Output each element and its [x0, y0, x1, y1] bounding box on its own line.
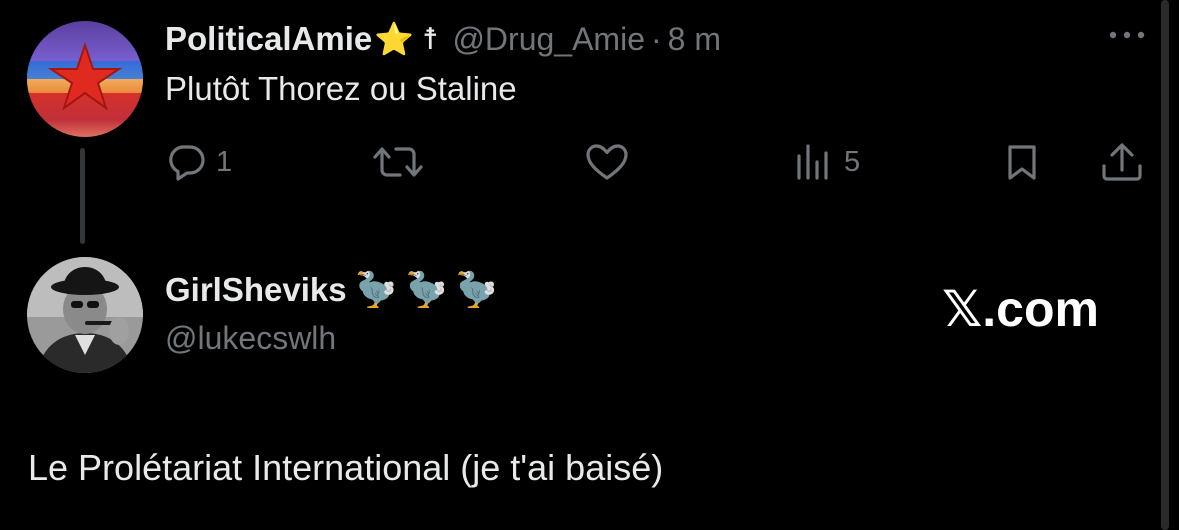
more-options-icon[interactable]: [1107, 20, 1147, 50]
avatar-girlsheviks[interactable]: [27, 257, 143, 373]
x-com-watermark: 𝕏.com: [942, 281, 1099, 337]
tweet2-display-name[interactable]: GirlSheviks: [165, 271, 347, 309]
separator-dot: ·: [650, 20, 662, 57]
tweet2-name-row: GirlSheviks 🦤 🦤 🦤: [165, 266, 498, 314]
tweet1-display-name[interactable]: PoliticalAmie: [165, 20, 372, 58]
tweet1-timestamp[interactable]: 8 m: [668, 21, 721, 58]
views-button[interactable]: 5: [794, 140, 860, 184]
reply-button[interactable]: 1: [166, 140, 232, 184]
bookmark-button[interactable]: [1002, 140, 1042, 184]
dodo-emoji: 🦤: [354, 271, 397, 309]
tweet1-text: Plutôt Thorez ou Staline: [165, 70, 517, 107]
reply-icon: [166, 142, 206, 182]
thread-connector-line: [80, 148, 85, 244]
share-button[interactable]: [1100, 140, 1144, 184]
avatar-politicalamie[interactable]: [27, 21, 143, 137]
bookmark-icon: [1002, 142, 1042, 182]
tweet2-handle[interactable]: @lukecswlh: [165, 320, 336, 357]
like-button[interactable]: [584, 140, 640, 184]
retweet-icon: [372, 142, 424, 182]
tweet1-handle[interactable]: @Drug_Amie: [452, 21, 645, 58]
share-icon: [1100, 142, 1144, 182]
dodo-emoji: 🦤: [455, 271, 498, 309]
dodo-emoji: 🦤: [404, 271, 448, 309]
star-emoji: ⭐: [374, 21, 415, 57]
views-count: 5: [844, 145, 861, 178]
reply-count: 1: [216, 145, 233, 178]
tweet1-header: PoliticalAmie ⭐ ☨ @Drug_Amie · 8 m: [165, 18, 721, 60]
bar-chart-icon: [794, 142, 834, 182]
tweet2-text: Le Prolétariat International (je t'ai ba…: [28, 447, 664, 488]
scrollbar[interactable]: [1161, 0, 1169, 530]
retweet-button[interactable]: [372, 140, 434, 184]
heart-icon: [584, 142, 630, 182]
cross-symbol: ☨: [422, 22, 439, 56]
